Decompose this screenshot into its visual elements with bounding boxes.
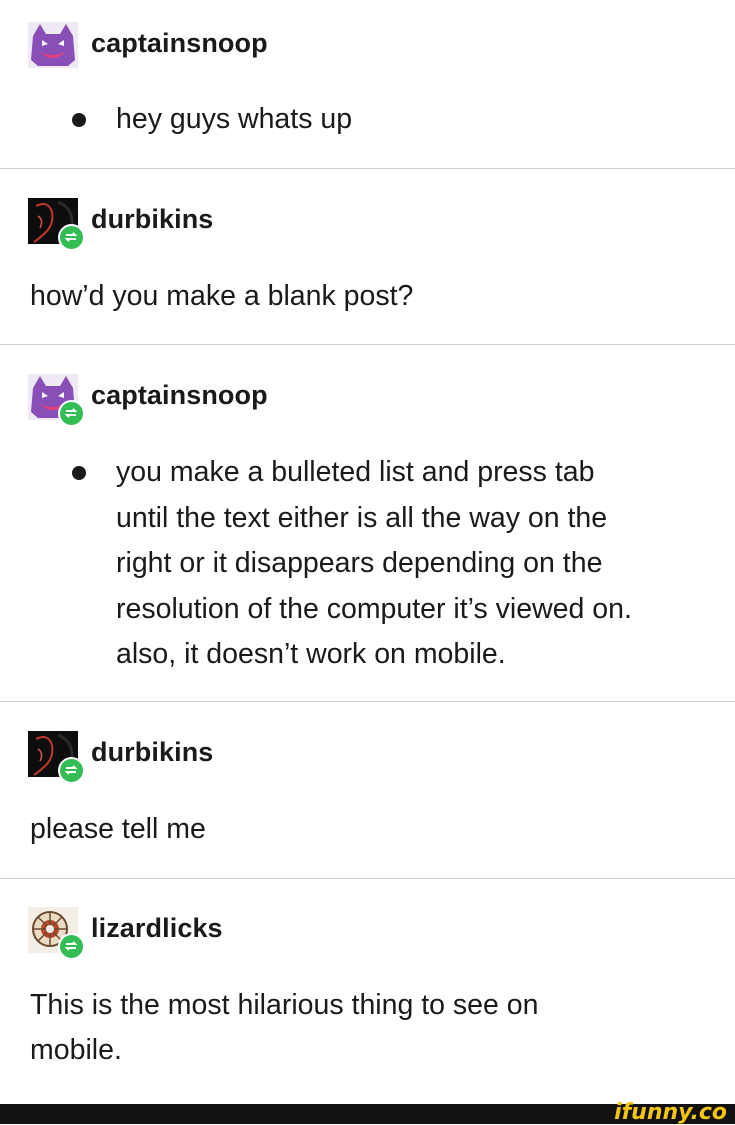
post-text: you make a bulleted list and press tab u… [116, 450, 716, 678]
text-line: right or it disappears depending on the [116, 547, 603, 579]
post-text: hey guys whats up [116, 103, 353, 135]
post-header: captainsnoop [28, 374, 428, 427]
post-header: durbikins [28, 731, 428, 784]
username[interactable]: lizardlicks [91, 913, 223, 944]
divider [0, 878, 735, 879]
post-text: This is the most hilarious thing to see … [30, 983, 710, 1073]
post-header: lizardlicks [28, 907, 428, 960]
reblog-icon [58, 224, 85, 251]
username[interactable]: durbikins [91, 737, 213, 768]
reblog-icon [58, 933, 85, 960]
post-header: durbikins [28, 198, 428, 251]
ifunny-watermark: ifunny.co [614, 1100, 727, 1125]
post-text: please tell me [30, 813, 206, 845]
watermark-bar: ifunny.co [0, 1100, 735, 1125]
username[interactable]: captainsnoop [91, 28, 268, 59]
username[interactable]: durbikins [91, 204, 213, 235]
divider [0, 344, 735, 345]
reblog-icon [58, 400, 85, 427]
bullet-point [72, 113, 86, 127]
text-line: This is the most hilarious thing to see … [30, 989, 539, 1021]
bullet-point [72, 466, 86, 480]
post-text: how’d you make a blank post? [30, 280, 414, 312]
text-line: until the text either is all the way on … [116, 501, 608, 534]
purple-ghost-avatar-icon[interactable] [28, 22, 78, 68]
divider [0, 168, 735, 169]
text-line: mobile. [30, 1034, 122, 1066]
text-line: resolution of the computer it’s viewed o… [116, 592, 632, 625]
text-line: also, it doesn’t work on mobile. [116, 638, 506, 670]
reblog-icon [58, 757, 85, 784]
text-line: you make a bulleted list and press tab [116, 456, 595, 488]
post-header: captainsnoop [28, 22, 428, 68]
divider [0, 701, 735, 702]
username[interactable]: captainsnoop [91, 380, 268, 411]
